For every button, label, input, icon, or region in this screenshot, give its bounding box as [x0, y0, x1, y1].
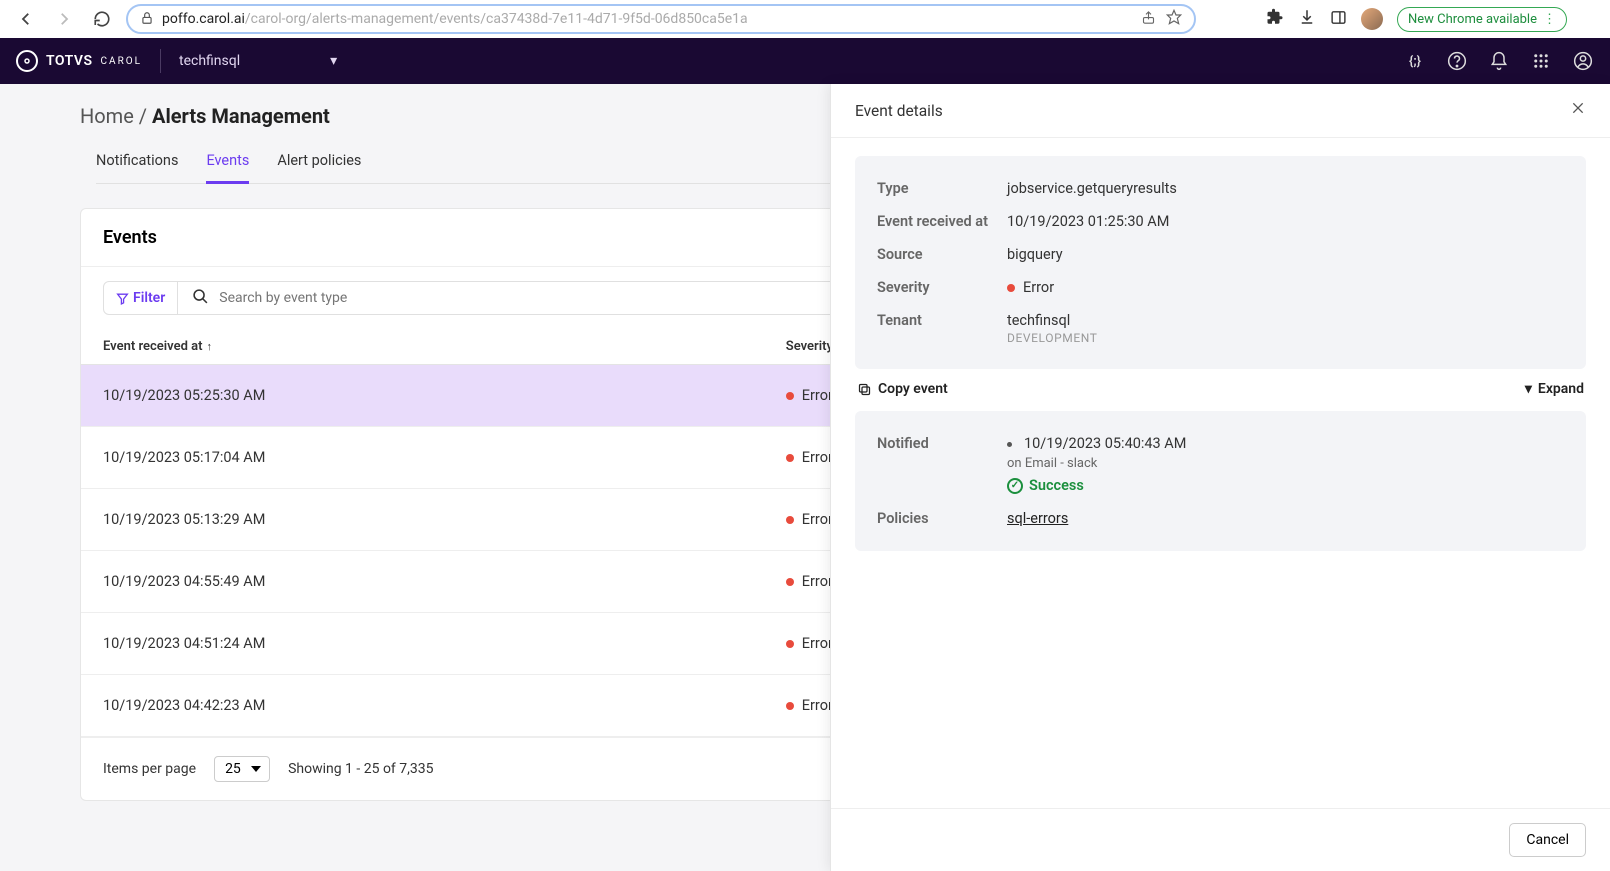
value-type: jobservice.getqueryresults [1007, 180, 1177, 197]
json-icon[interactable]: {;} [1404, 50, 1426, 72]
close-icon [1570, 100, 1586, 116]
label-severity: Severity [877, 279, 1007, 296]
close-button[interactable] [1570, 100, 1586, 121]
error-dot-icon [786, 392, 794, 400]
copy-event-button[interactable]: Copy event [857, 381, 948, 397]
cell-received: 10/19/2023 04:42:23 AM [81, 675, 768, 737]
breadcrumb-current: Alerts Management [152, 104, 330, 128]
brand-text: TOTVS [46, 53, 93, 69]
browser-toolbar: poffo.carol.ai/carol-org/alerts-manageme… [0, 0, 1610, 38]
label-type: Type [877, 180, 1007, 197]
event-details-drawer: Event details Typejobservice.getqueryres… [830, 84, 1610, 871]
brand-logo-icon [16, 50, 38, 72]
notified-channels: on Email - slack [1007, 456, 1186, 471]
brand-logo-area[interactable]: TOTVS CAROL [16, 50, 142, 72]
policy-link[interactable]: sql-errors [1007, 510, 1068, 527]
error-dot-icon [786, 640, 794, 648]
sub-brand-text: CAROL [101, 56, 142, 67]
share-icon[interactable] [1141, 10, 1156, 29]
value-source: bigquery [1007, 246, 1063, 263]
apps-grid-icon[interactable] [1530, 50, 1552, 72]
error-dot-icon [1007, 284, 1015, 292]
cell-received: 10/19/2023 05:13:29 AM [81, 489, 768, 551]
bullet-icon [1007, 442, 1012, 447]
error-dot-icon [786, 578, 794, 586]
value-received: 10/19/2023 01:25:30 AM [1007, 213, 1169, 230]
panel-icon[interactable] [1330, 9, 1347, 30]
label-tenant: Tenant [877, 312, 1007, 329]
help-icon[interactable] [1446, 50, 1468, 72]
triangle-down-icon: ▾ [1525, 381, 1532, 397]
notification-card: Notified 10/19/2023 05:40:43 AM on Email… [855, 411, 1586, 551]
tenant-selector[interactable]: techfinsql ▾ [179, 53, 337, 69]
sort-asc-icon: ↑ [206, 340, 212, 353]
cell-received: 10/19/2023 05:17:04 AM [81, 427, 768, 489]
app-header: TOTVS CAROL techfinsql ▾ {;} [0, 38, 1610, 84]
items-per-page-label: Items per page [103, 761, 196, 777]
label-received: Event received at [877, 213, 1007, 230]
cell-received: 10/19/2023 04:51:24 AM [81, 613, 768, 675]
tab-alert-policies[interactable]: Alert policies [277, 144, 361, 183]
search-icon [192, 288, 209, 309]
address-bar[interactable]: poffo.carol.ai/carol-org/alerts-manageme… [126, 4, 1196, 34]
event-summary-card: Typejobservice.getqueryresults Event rec… [855, 156, 1586, 369]
tenant-env: DEVELOPMENT [1007, 331, 1098, 345]
chevron-down-icon: ▾ [330, 53, 337, 69]
error-dot-icon [786, 516, 794, 524]
separator [160, 49, 161, 73]
extensions-icon[interactable] [1266, 8, 1284, 30]
star-icon[interactable] [1166, 9, 1182, 29]
bell-icon[interactable] [1488, 50, 1510, 72]
col-received[interactable]: Event received at↑ [81, 329, 768, 365]
url-text: poffo.carol.ai/carol-org/alerts-manageme… [162, 11, 1133, 27]
tab-events[interactable]: Events [206, 144, 249, 184]
showing-text: Showing 1 - 25 of 7,335 [288, 761, 433, 777]
label-policies: Policies [877, 510, 1007, 527]
expand-button[interactable]: ▾ Expand [1525, 381, 1584, 397]
cell-received: 10/19/2023 04:55:49 AM [81, 551, 768, 613]
page-size-select[interactable]: 25 [214, 756, 270, 782]
tenant-name: techfinsql [179, 53, 240, 69]
update-chrome-button[interactable]: New Chrome available⋮ [1397, 7, 1567, 32]
reload-button[interactable] [88, 5, 116, 33]
value-severity: Error [1007, 279, 1054, 296]
back-button[interactable] [12, 5, 40, 33]
copy-icon [857, 382, 872, 397]
tab-notifications[interactable]: Notifications [96, 144, 178, 183]
error-dot-icon [786, 454, 794, 462]
download-icon[interactable] [1298, 8, 1316, 30]
label-source: Source [877, 246, 1007, 263]
filter-button[interactable]: Filter [104, 282, 178, 314]
lock-icon [140, 10, 154, 29]
label-notified: Notified [877, 435, 1007, 452]
error-dot-icon [786, 702, 794, 710]
value-tenant: techfinsqlDEVELOPMENT [1007, 312, 1098, 345]
notified-status: ✓Success [1007, 477, 1186, 494]
filter-icon [116, 292, 129, 305]
forward-button[interactable] [50, 5, 78, 33]
breadcrumb-home[interactable]: Home [80, 104, 134, 128]
extensions-area: New Chrome available⋮ [1266, 7, 1567, 32]
profile-avatar[interactable] [1361, 8, 1383, 30]
user-icon[interactable] [1572, 50, 1594, 72]
cell-received: 10/19/2023 05:25:30 AM [81, 365, 768, 427]
check-circle-icon: ✓ [1007, 478, 1023, 494]
drawer-title: Event details [855, 102, 943, 120]
cancel-button[interactable]: Cancel [1509, 823, 1586, 857]
value-notified: 10/19/2023 05:40:43 AM on Email - slack … [1007, 435, 1186, 494]
